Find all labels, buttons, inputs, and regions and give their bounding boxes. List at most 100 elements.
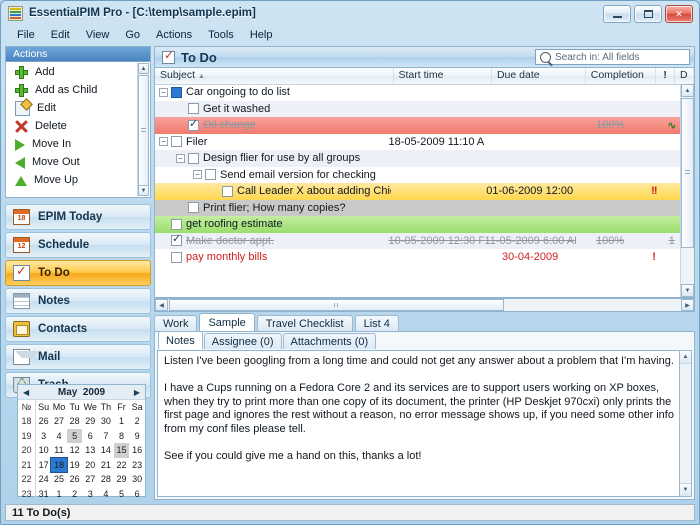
calendar-day[interactable]: 4 <box>51 429 67 444</box>
expander-collapse-icon[interactable]: − <box>159 137 168 147</box>
calendar-day[interactable]: 18 <box>50 456 68 473</box>
column-header-completion[interactable]: Completion <box>586 68 657 84</box>
calendar-day[interactable]: 19 <box>67 458 83 473</box>
calendar-day[interactable]: 3 <box>82 487 98 502</box>
minimize-button[interactable] <box>603 5 631 23</box>
calendar-day[interactable]: 29 <box>114 472 130 487</box>
column-header-start-time[interactable]: Start time <box>394 68 492 84</box>
action-move-up[interactable]: Move Up <box>6 171 138 189</box>
calendar-day[interactable]: 4 <box>98 487 114 502</box>
calendar-day[interactable]: 30 <box>98 414 114 429</box>
expander-collapse-icon[interactable]: − <box>176 153 185 163</box>
checkbox[interactable] <box>171 218 182 230</box>
checkbox[interactable] <box>171 86 182 98</box>
calendar-day[interactable]: 1 <box>114 414 130 429</box>
calendar-day[interactable]: 24 <box>36 472 52 487</box>
checkbox[interactable] <box>188 103 199 115</box>
calendar-day[interactable]: 23 <box>129 458 145 473</box>
scroll-down-icon[interactable]: ▼ <box>680 483 691 496</box>
checkbox[interactable] <box>171 235 182 247</box>
mini-calendar[interactable]: ◀ May 2009 ▶ № Su Mo Tu We Th Fr Sa 18 26… <box>17 384 146 501</box>
table-row[interactable]: pay monthly bills 30-04-2009! <box>155 249 681 266</box>
calendar-day[interactable]: 5 <box>114 487 130 502</box>
calendar-prev-icon[interactable]: ◀ <box>23 388 29 397</box>
scroll-up-icon[interactable]: ▲ <box>138 63 149 74</box>
tab-travel-checklist[interactable]: Travel Checklist <box>256 315 353 331</box>
calendar-day[interactable]: 13 <box>82 443 98 458</box>
grid-horizontal-scrollbar[interactable]: ◀ ▶ <box>154 298 695 312</box>
expander-collapse-icon[interactable]: − <box>159 87 168 97</box>
checkbox[interactable] <box>188 152 199 164</box>
calendar-day[interactable]: 28 <box>67 414 83 429</box>
calendar-day[interactable]: 31 <box>36 487 52 502</box>
scrollbar-thumb[interactable] <box>681 98 694 248</box>
menu-item-help[interactable]: Help <box>243 27 280 43</box>
scroll-left-icon[interactable]: ◀ <box>155 299 168 311</box>
menu-item-tools[interactable]: Tools <box>201 27 241 43</box>
calendar-day[interactable]: 15 <box>113 443 130 458</box>
calendar-day[interactable]: 26 <box>36 414 52 429</box>
calendar-day[interactable]: 2 <box>129 414 145 429</box>
calendar-day[interactable]: 5 <box>66 428 83 443</box>
calendar-day[interactable]: 2 <box>67 487 83 502</box>
action-edit[interactable]: Edit <box>6 99 138 117</box>
calendar-day[interactable]: 20 <box>82 458 98 473</box>
checkbox[interactable] <box>205 169 216 181</box>
scrollbar-thumb[interactable] <box>138 75 149 187</box>
scroll-down-icon[interactable]: ▼ <box>138 185 149 196</box>
calendar-day[interactable]: 26 <box>67 472 83 487</box>
action-move-out[interactable]: Move Out <box>6 153 138 171</box>
actions-panel-scrollbar[interactable]: ▲ ▼ <box>137 63 149 196</box>
calendar-day[interactable]: 9 <box>129 429 145 444</box>
tab-sample[interactable]: Sample <box>199 313 255 331</box>
calendar-next-icon[interactable]: ▶ <box>134 388 140 397</box>
calendar-day[interactable]: 1 <box>51 487 67 502</box>
action-add-as-child[interactable]: Add as Child <box>6 81 138 99</box>
table-row[interactable]: Print flier; How many copies? <box>155 199 681 216</box>
calendar-day[interactable]: 27 <box>82 472 98 487</box>
sidebar-item-mail[interactable]: Mail <box>5 344 151 370</box>
table-row[interactable]: get roofing estimate <box>155 216 681 233</box>
calendar-day[interactable]: 12 <box>67 443 83 458</box>
checkbox[interactable] <box>222 185 233 197</box>
calendar-day[interactable]: 6 <box>129 487 145 502</box>
sidebar-item-notes[interactable]: Notes <box>5 288 151 314</box>
search-box[interactable]: Search in: All fields <box>535 49 690 65</box>
tab-notes[interactable]: Notes <box>158 331 203 349</box>
calendar-day[interactable]: 25 <box>51 472 67 487</box>
scroll-up-icon[interactable]: ▲ <box>681 84 694 97</box>
calendar-day[interactable]: 28 <box>98 472 114 487</box>
table-row[interactable]: Call Leader X about adding Chicago infow… <box>155 183 681 200</box>
action-delete[interactable]: Delete <box>6 117 138 135</box>
notes-scrollbar[interactable]: ▲ ▼ <box>679 350 692 497</box>
column-header-subject[interactable]: Subject ▲ <box>155 68 394 84</box>
table-row[interactable]: − Filer 18-05-2009 11:10 AM <box>155 134 681 151</box>
calendar-day[interactable]: 10 <box>36 443 52 458</box>
table-row[interactable]: Get it washed <box>155 100 681 117</box>
calendar-day[interactable]: 14 <box>98 443 114 458</box>
tab-attachments-0-[interactable]: Attachments (0) <box>282 333 377 349</box>
calendar-day[interactable]: 17 <box>36 458 52 473</box>
action-move-in[interactable]: Move In <box>6 135 138 153</box>
calendar-day[interactable]: 30 <box>129 472 145 487</box>
sidebar-item-schedule[interactable]: 12 Schedule <box>5 232 151 258</box>
calendar-day[interactable]: 22 <box>114 458 130 473</box>
table-row[interactable]: − Send email version for checking <box>155 167 681 184</box>
tab-work[interactable]: Work <box>154 315 198 331</box>
calendar-day[interactable]: 21 <box>98 458 114 473</box>
menu-item-go[interactable]: Go <box>118 27 147 43</box>
checkbox[interactable] <box>171 136 182 148</box>
scrollbar-thumb[interactable] <box>169 299 504 311</box>
scroll-up-icon[interactable]: ▲ <box>680 351 691 364</box>
calendar-day[interactable]: 7 <box>98 429 114 444</box>
checkbox[interactable] <box>171 251 182 263</box>
table-row[interactable]: − Car ongoing to do list <box>155 84 681 101</box>
menu-item-actions[interactable]: Actions <box>149 27 199 43</box>
scroll-right-icon[interactable]: ▶ <box>681 299 694 311</box>
sidebar-item-epim-today[interactable]: 18 EPIM Today <box>5 204 151 230</box>
tab-list-4[interactable]: List 4 <box>354 315 399 331</box>
menu-item-edit[interactable]: Edit <box>44 27 77 43</box>
expander-collapse-icon[interactable]: − <box>193 170 202 180</box>
column-header-due-date[interactable]: Due date <box>492 68 586 84</box>
checkbox[interactable] <box>188 202 199 214</box>
